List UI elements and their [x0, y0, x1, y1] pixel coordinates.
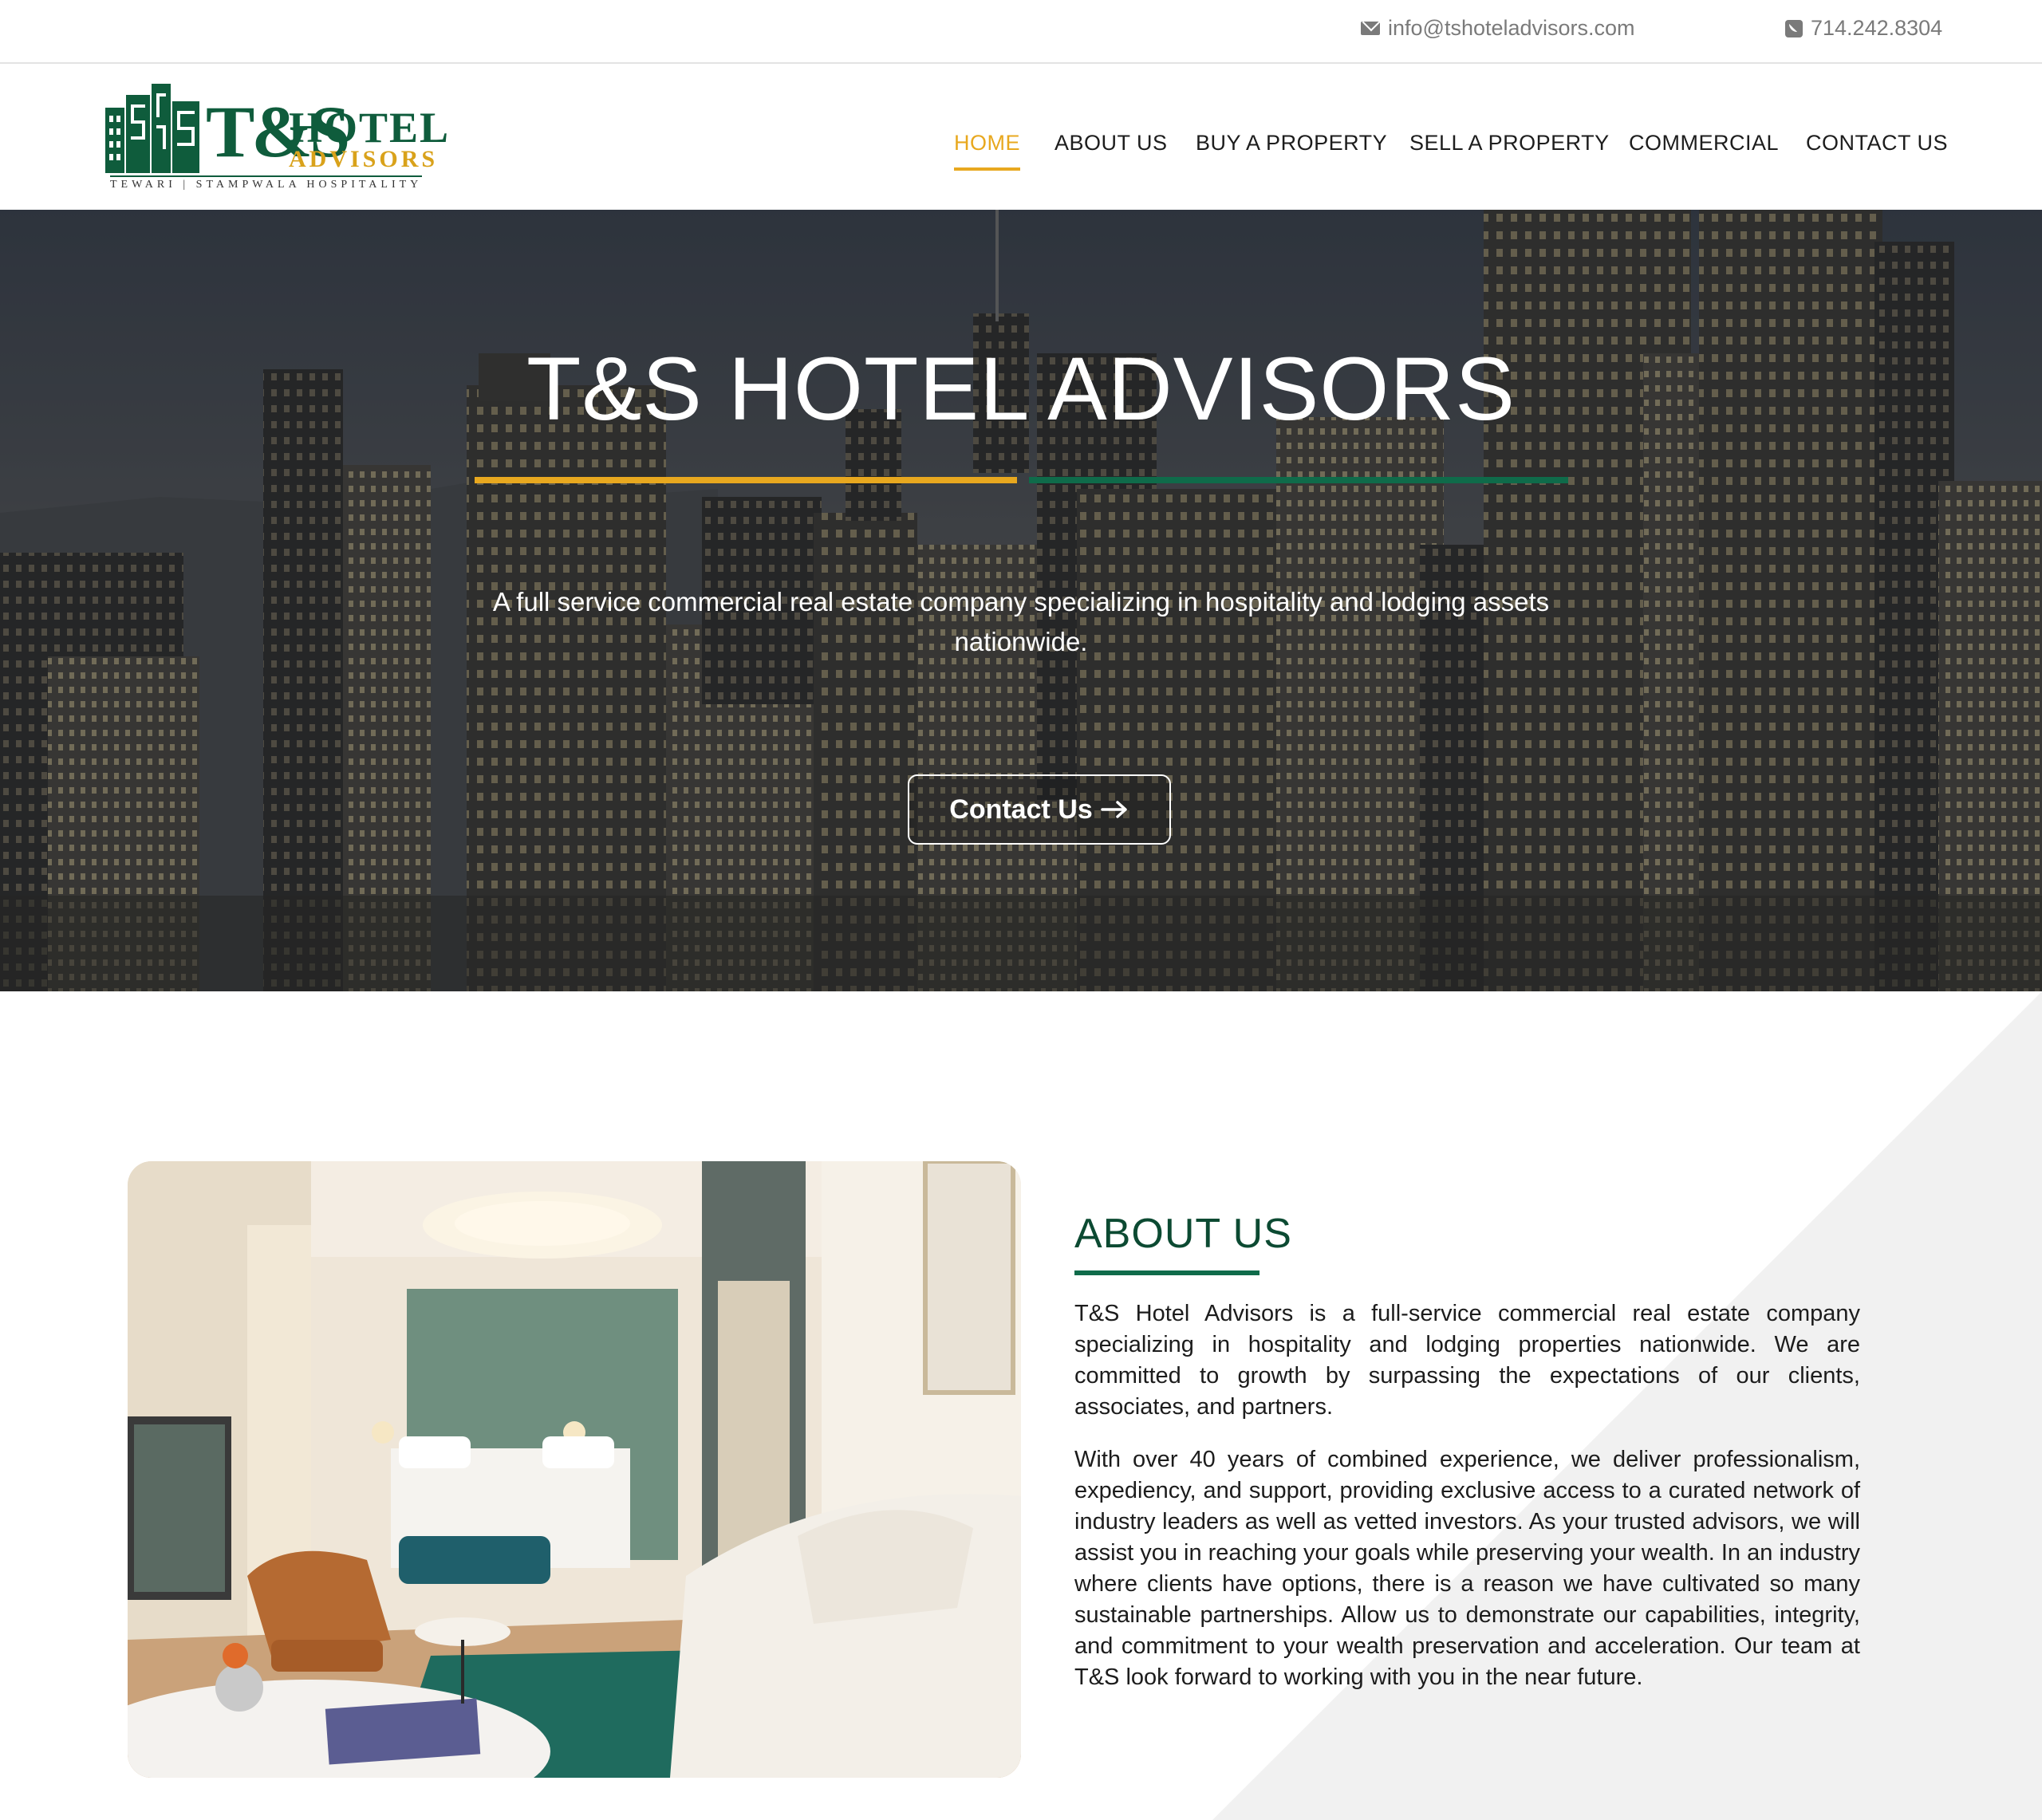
- hero-section: T&S HOTEL ADVISORS A full service commer…: [0, 210, 2042, 991]
- top-contact-bar: info@tshoteladvisors.com 714.242.8304: [0, 0, 2042, 64]
- about-section: ABOUT US T&S Hotel Advisors is a full-se…: [0, 991, 2042, 1820]
- nav-buy-a-property[interactable]: BUY A PROPERTY: [1196, 131, 1387, 156]
- email-text[interactable]: info@tshoteladvisors.com: [1388, 16, 1635, 41]
- about-heading: ABOUT US: [1074, 1211, 1292, 1257]
- about-paragraph-1: T&S Hotel Advisors is a full-service com…: [1074, 1301, 1860, 1420]
- logo-tagline: TEWARI | STAMPWALA HOSPITALITY: [110, 175, 423, 191]
- nav-commercial[interactable]: COMMERCIAL: [1629, 131, 1779, 156]
- nav-about-us[interactable]: ABOUT US: [1055, 131, 1168, 156]
- hero-title: T&S HOTEL ADVISORS: [526, 339, 1516, 439]
- nav-sell-a-property[interactable]: SELL A PROPERTY: [1409, 131, 1610, 156]
- email-link[interactable]: info@tshoteladvisors.com: [1361, 16, 1635, 41]
- hero-subtitle: A full service commercial real estate co…: [492, 587, 1550, 656]
- contact-us-button[interactable]: Contact Us: [908, 774, 1171, 845]
- hero-gold-divider: [475, 477, 1017, 483]
- nav-contact-us[interactable]: CONTACT US: [1806, 131, 1948, 156]
- about-paragraph-2: With over 40 years of combined experienc…: [1074, 1447, 1860, 1690]
- phone-text[interactable]: 714.242.8304: [1811, 16, 1942, 41]
- main-nav: HOME ABOUT US BUY A PROPERTY SELL A PROP…: [0, 131, 2042, 171]
- hotel-room-photo: [128, 1161, 1021, 1778]
- phone-link[interactable]: 714.242.8304: [1785, 16, 1942, 41]
- arrow-right-icon: [1100, 801, 1127, 818]
- envelope-icon: [1361, 22, 1380, 35]
- nav-home[interactable]: HOME: [954, 131, 1020, 171]
- about-heading-underline: [1074, 1270, 1259, 1275]
- phone-square-icon: [1785, 19, 1803, 37]
- site-header: T&S HOTEL ADVISORS TEWARI | STAMPWALA HO…: [0, 64, 2042, 210]
- hero-green-divider: [1029, 477, 1568, 483]
- contact-us-button-label: Contact Us: [949, 794, 1093, 825]
